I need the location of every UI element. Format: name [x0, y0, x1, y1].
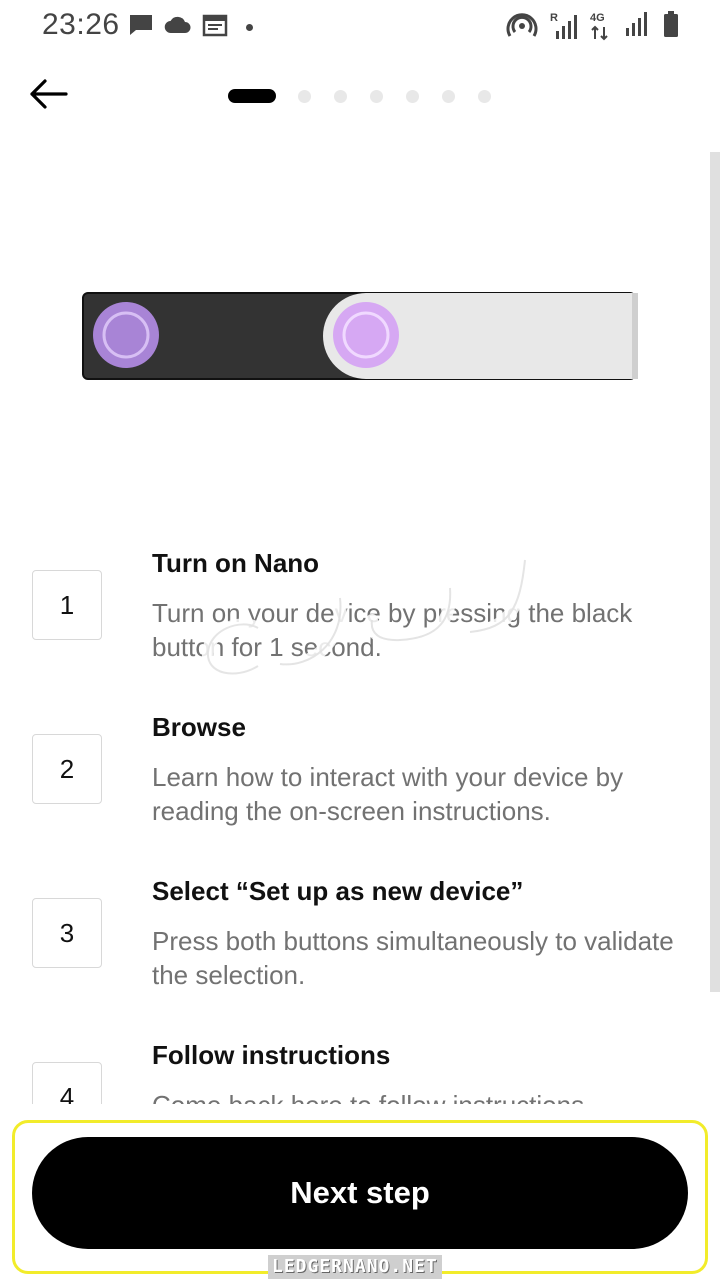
notification-icons — [128, 12, 253, 43]
message-icon — [128, 12, 154, 43]
pager-dot — [370, 89, 383, 103]
pager-dot — [406, 89, 419, 103]
step-description: Come back here to follow instructions. — [152, 1088, 692, 1104]
signal-4g-icon: 4G — [590, 12, 612, 41]
step-title: Turn on Nano — [152, 548, 320, 578]
status-bar: 23:26 R 4G — [0, 0, 720, 50]
cloud-icon — [164, 14, 192, 41]
site-watermark: LEDGERNANO.NET — [268, 1255, 442, 1279]
arrow-left-icon — [28, 78, 68, 115]
hotspot-icon — [506, 10, 538, 43]
step-description: Press both buttons simultaneously to val… — [152, 926, 674, 990]
step-number: 2 — [32, 734, 102, 804]
pager-dot — [334, 89, 347, 103]
system-icons: R 4G — [506, 10, 680, 43]
pager-dot — [478, 89, 491, 103]
next-step-button[interactable]: Next step — [32, 1137, 688, 1249]
dot-icon — [246, 24, 253, 31]
step-title: Select “Set up as new device” — [152, 876, 524, 906]
signal-icon — [624, 10, 650, 43]
pager-dot — [298, 89, 311, 103]
step-number: 1 — [32, 570, 102, 640]
step-number: 3 — [32, 898, 102, 968]
ledger-nano-illustration — [82, 292, 642, 382]
pager-dot — [442, 89, 455, 103]
step-pager — [228, 89, 514, 103]
back-button[interactable] — [26, 76, 70, 116]
step-description: Learn how to interact with your device b… — [152, 762, 624, 826]
steps-list: 1 Turn on Nano Turn on your device by pr… — [0, 540, 720, 1104]
signal-r-icon: R — [550, 12, 578, 41]
step-description: Turn on your device by pressing the blac… — [152, 598, 633, 662]
step-title: Browse — [152, 712, 246, 742]
pager-dot-active — [228, 89, 276, 103]
calendar-icon — [202, 12, 228, 43]
step-title: Follow instructions — [152, 1040, 391, 1070]
step-number: 4 — [32, 1062, 102, 1104]
status-time: 23:26 — [42, 8, 120, 41]
battery-icon — [662, 10, 680, 43]
